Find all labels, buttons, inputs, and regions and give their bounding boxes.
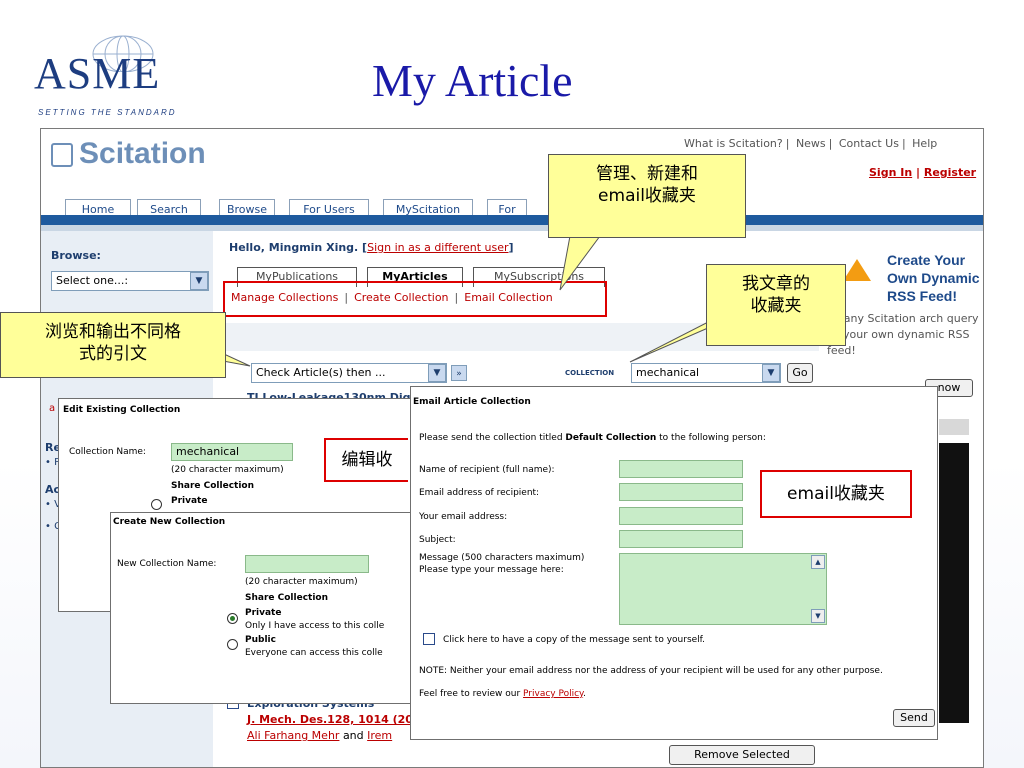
email-intro: Please send the collection titled Defaul… bbox=[419, 433, 766, 443]
edit-name-field[interactable]: mechanical bbox=[171, 443, 293, 461]
email-collection-dialog: Email Article Collection Please send the… bbox=[410, 386, 938, 740]
browse-select-value: Select one...: bbox=[56, 274, 129, 287]
top-links: What is Scitation? | News | Contact Us | He… bbox=[684, 137, 938, 150]
rss-title[interactable]: Create Your Own Dynamic RSS Feed! bbox=[887, 251, 983, 305]
edit-share-label: Share Collection bbox=[171, 481, 255, 491]
create-private-desc: Only I have access to this colle bbox=[245, 621, 385, 631]
create-private-label: Private bbox=[245, 608, 282, 618]
article-authors-bottom: Ali Farhang Mehr and Irem bbox=[247, 729, 392, 742]
collection-links: Manage Collections | Create Collection | Ema… bbox=[231, 291, 553, 304]
create-private-radio[interactable] bbox=[227, 613, 238, 624]
create-public-desc: Everyone can access this colle bbox=[245, 648, 383, 658]
scitation-logo-text: Scitation bbox=[79, 137, 206, 170]
your-email-field[interactable] bbox=[619, 507, 743, 525]
edit-private-radio[interactable] bbox=[151, 499, 162, 510]
top-link-help[interactable]: Help bbox=[912, 137, 937, 150]
create-collection-link[interactable]: Create Collection bbox=[354, 291, 448, 304]
edit-max-note: (20 character maximum) bbox=[171, 465, 284, 475]
message-label: Message (500 characters maximum) bbox=[419, 553, 585, 563]
greeting-end: ] bbox=[508, 241, 514, 254]
create-collection-dialog: Create New Collection New Collection Nam… bbox=[110, 512, 440, 704]
email-intro-collection: Default Collection bbox=[565, 433, 657, 443]
recipient-name-field[interactable] bbox=[619, 460, 743, 478]
register-link[interactable]: Register bbox=[924, 166, 976, 179]
copy-label: Click here to have a copy of the message… bbox=[443, 635, 706, 645]
rss-description: ve any Scitation arch query as your own … bbox=[827, 312, 979, 357]
greeting-text: Hello, Mingmin Xing. [ bbox=[229, 241, 368, 254]
scitation-logo[interactable]: Scitation bbox=[51, 137, 216, 173]
scroll-up-icon[interactable]: ▲ bbox=[811, 555, 825, 569]
scroll-down-icon[interactable]: ▼ bbox=[811, 609, 825, 623]
forward-arrow-icon[interactable]: » bbox=[451, 365, 467, 381]
manage-collections-link[interactable]: Manage Collections bbox=[231, 291, 338, 304]
article-ref-bottom[interactable]: J. Mech. Des.128, 1014 (200 bbox=[247, 713, 421, 726]
remove-selected-button[interactable]: Remove Selected bbox=[669, 745, 815, 765]
recipient-email-field[interactable] bbox=[619, 483, 743, 501]
privacy-post: . bbox=[583, 689, 586, 699]
send-button[interactable]: Send bbox=[893, 709, 935, 727]
callout-edit: 编辑收 bbox=[324, 438, 408, 482]
email-note: NOTE: Neither your email address nor the… bbox=[419, 666, 883, 676]
subject-label: Subject: bbox=[419, 535, 456, 545]
create-dialog-title: Create New Collection bbox=[113, 517, 226, 527]
collection-label: COLLECTION bbox=[565, 369, 615, 377]
sign-in-link[interactable]: Sign In bbox=[869, 166, 912, 179]
switch-user-link[interactable]: Sign in as a different user bbox=[367, 241, 508, 254]
right-grey-block bbox=[939, 419, 969, 435]
edit-private-label: Private bbox=[171, 496, 208, 506]
privacy-line: Feel free to review our Privacy Policy. bbox=[419, 689, 586, 699]
email-collection-link[interactable]: Email Collection bbox=[464, 291, 552, 304]
go-button[interactable]: Go bbox=[787, 363, 813, 383]
author-link[interactable]: Irem bbox=[367, 729, 392, 742]
create-max-note: (20 character maximum) bbox=[245, 577, 358, 587]
email-intro-pre: Please send the collection titled bbox=[419, 433, 566, 443]
dropdown-arrow-icon: ▼ bbox=[762, 364, 780, 382]
check-article-select[interactable]: Check Article(s) then ... ▼ bbox=[251, 363, 447, 383]
asme-logo-text: ASME bbox=[34, 49, 161, 98]
edit-dialog-title: Edit Existing Collection bbox=[63, 405, 181, 415]
recipient-email-label: Email address of recipient: bbox=[419, 488, 540, 498]
create-name-label: New Collection Name: bbox=[117, 559, 217, 569]
author-link[interactable]: Ali Farhang Mehr bbox=[247, 729, 339, 742]
rss-icon bbox=[843, 259, 871, 281]
nav-bar bbox=[41, 215, 983, 225]
right-ad-banner bbox=[939, 443, 969, 723]
collection-select[interactable]: mechanical ▼ bbox=[631, 363, 781, 383]
slide-title: My Article bbox=[372, 55, 573, 106]
your-email-label: Your email address: bbox=[419, 512, 508, 522]
top-link-news[interactable]: News bbox=[796, 137, 826, 150]
dropdown-arrow-icon: ▼ bbox=[190, 272, 208, 290]
create-public-label: Public bbox=[245, 635, 276, 645]
callout-browse-export: 浏览和输出不同格 式的引文 bbox=[0, 312, 226, 378]
browse-select[interactable]: Select one...: ▼ bbox=[51, 271, 209, 291]
create-share-label: Share Collection bbox=[245, 593, 329, 603]
asme-tagline: SETTING THE STANDARD bbox=[38, 108, 177, 117]
left-fragment-a: a bbox=[49, 403, 56, 414]
privacy-pre: Feel free to review our bbox=[419, 689, 524, 699]
recipient-name-label: Name of recipient (full name): bbox=[419, 465, 555, 475]
message-textarea[interactable]: ▲ ▼ bbox=[619, 553, 827, 625]
privacy-policy-link[interactable]: Privacy Policy bbox=[523, 689, 583, 699]
create-public-radio[interactable] bbox=[227, 639, 238, 650]
subject-field[interactable] bbox=[619, 530, 743, 548]
collection-select-value: mechanical bbox=[636, 366, 700, 379]
check-article-select-value: Check Article(s) then ... bbox=[256, 366, 386, 379]
copy-checkbox[interactable] bbox=[423, 633, 435, 645]
callout-manage: 管理、新建和 email收藏夹 bbox=[548, 154, 746, 238]
email-intro-post: to the following person: bbox=[656, 433, 766, 443]
edit-name-label: Collection Name: bbox=[69, 447, 146, 457]
callout-email: email收藏夹 bbox=[760, 470, 912, 518]
authors-and: and bbox=[342, 729, 364, 742]
auth-links: Sign In | Register bbox=[869, 166, 977, 179]
callout-my-collection: 我文章的 收藏夹 bbox=[706, 264, 846, 346]
message-hint: Please type your message here: bbox=[419, 565, 564, 575]
email-dialog-title: Email Article Collection bbox=[413, 397, 531, 407]
top-link-contact[interactable]: Contact Us bbox=[839, 137, 899, 150]
create-name-field[interactable] bbox=[245, 555, 369, 573]
greeting: Hello, Mingmin Xing. [Sign in as a diffe… bbox=[229, 241, 514, 254]
browse-label: Browse: bbox=[51, 249, 101, 262]
scitation-logo-icon bbox=[51, 143, 73, 167]
top-link-what-is[interactable]: What is Scitation? bbox=[684, 137, 783, 150]
dropdown-arrow-icon: ▼ bbox=[428, 364, 446, 382]
